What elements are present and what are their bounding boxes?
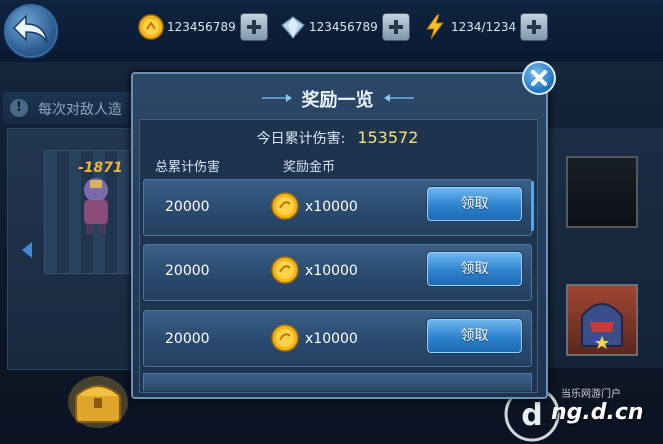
today-damage-value: 153572 <box>357 128 419 147</box>
close-icon <box>531 70 547 86</box>
claim-button[interactable]: 领取 <box>427 319 522 353</box>
gold-coin-icon <box>138 14 164 40</box>
energy-resource: 1234/1234 <box>422 12 549 42</box>
claim-button[interactable]: 领取 <box>427 187 522 221</box>
reward-row-damage: 20000 <box>165 199 210 215</box>
gold-coin-icon <box>271 324 299 352</box>
hero-portrait-icon <box>581 303 623 349</box>
modal-title: 奖励一览 <box>301 90 374 111</box>
lightning-icon <box>426 14 444 40</box>
gold-value: 123456789 <box>167 20 236 34</box>
diamond-value: 123456789 <box>309 20 378 34</box>
back-arrow-icon <box>12 14 48 43</box>
column-header-reward-gold: 奖励金币 <box>283 160 336 175</box>
today-damage-label: 今日累计伤害: <box>256 131 346 147</box>
damage-popup: -1871 <box>78 160 123 176</box>
reward-row-amount: x10000 <box>305 263 358 279</box>
scrollbar[interactable] <box>531 181 534 231</box>
diamond-icon <box>281 16 305 39</box>
add-gold-button[interactable] <box>239 13 268 41</box>
watermark-domain: ng.d.cn <box>551 400 644 425</box>
hero-figure-icon <box>84 178 108 234</box>
add-diamond-button[interactable] <box>381 13 410 41</box>
reward-row-amount: x10000 <box>305 331 358 347</box>
reward-row-damage: 20000 <box>165 331 210 347</box>
treasure-chest-icon[interactable] <box>66 368 130 430</box>
close-button[interactable] <box>522 61 556 95</box>
claim-button[interactable]: 领取 <box>427 252 522 286</box>
left-arrow-icon[interactable] <box>22 242 32 258</box>
empty-slot[interactable] <box>566 156 638 228</box>
svg-text:d: d <box>521 398 542 433</box>
gold-resource: 123456789 <box>138 12 268 42</box>
gold-coin-icon <box>271 256 299 284</box>
column-header-total-damage: 总累计伤害 <box>155 160 221 175</box>
info-icon: ! <box>10 99 28 117</box>
today-damage-row: 今日累计伤害: 153572 <box>139 128 536 148</box>
hint-text: 每次对敌人造 <box>38 102 122 118</box>
reward-row-damage: 20000 <box>165 263 210 279</box>
add-energy-button[interactable] <box>520 13 549 41</box>
back-button[interactable] <box>2 2 60 60</box>
gold-coin-icon <box>271 192 299 220</box>
diamond-resource: 123456789 <box>280 12 410 42</box>
title-ornament-right-icon <box>384 94 414 102</box>
reward-row-partial <box>143 373 532 391</box>
energy-value: 1234/1234 <box>451 20 517 34</box>
watermark-text: 当乐网游门户 <box>561 389 621 400</box>
hero-portrait-slot[interactable] <box>566 284 638 356</box>
reward-row-amount: x10000 <box>305 199 358 215</box>
